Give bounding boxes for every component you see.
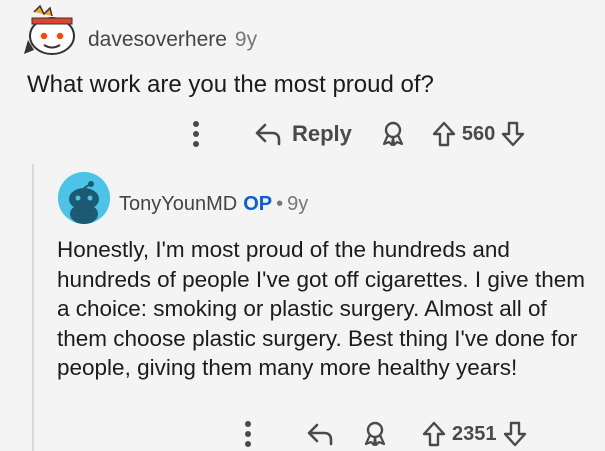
award-button[interactable] [362, 421, 388, 447]
reply-button[interactable]: Reply [254, 121, 352, 147]
award-icon [382, 121, 404, 147]
downvote-button[interactable] [501, 121, 525, 147]
vote-score: 2351 [452, 422, 497, 445]
more-options-button[interactable] [244, 420, 266, 448]
award-icon [364, 421, 386, 447]
op-badge: OP [243, 193, 273, 215]
downvote-arrow-icon [503, 421, 526, 447]
timestamp: 9y [287, 193, 309, 215]
avatar[interactable] [58, 172, 110, 224]
timestamp: 9y [234, 28, 258, 51]
reply-header: TonyYounMD OP • 9y [119, 193, 308, 216]
vote-score: 560 [461, 122, 496, 145]
upvote-arrow-icon [432, 121, 456, 147]
avatar[interactable] [22, 4, 80, 62]
reply-button[interactable] [306, 422, 334, 446]
award-button[interactable] [380, 121, 406, 147]
upvote-arrow-icon [422, 421, 446, 447]
more-options-button[interactable] [192, 120, 214, 148]
reply-label: Reply [292, 121, 352, 146]
thread-line[interactable] [32, 164, 34, 451]
comment-header: davesoverhere 9y [88, 28, 257, 52]
downvote-arrow-icon [502, 121, 525, 147]
comment-actions: Reply 560 [192, 116, 525, 152]
reply-arrow-icon [255, 123, 281, 146]
comment-body: What work are you the most proud of? [27, 71, 434, 98]
more-options-icon [193, 121, 199, 147]
username[interactable]: davesoverhere [88, 28, 227, 51]
downvote-button[interactable] [503, 421, 527, 447]
separator: • [276, 193, 284, 215]
reply-arrow-icon [307, 423, 333, 446]
upvote-button[interactable] [422, 421, 446, 447]
reply-actions: 2351 [244, 418, 527, 450]
reply-body: Honestly, I'm most proud of the hundreds… [57, 237, 585, 380]
username[interactable]: TonyYounMD [119, 193, 237, 215]
more-options-icon [245, 421, 251, 447]
upvote-button[interactable] [432, 121, 456, 147]
